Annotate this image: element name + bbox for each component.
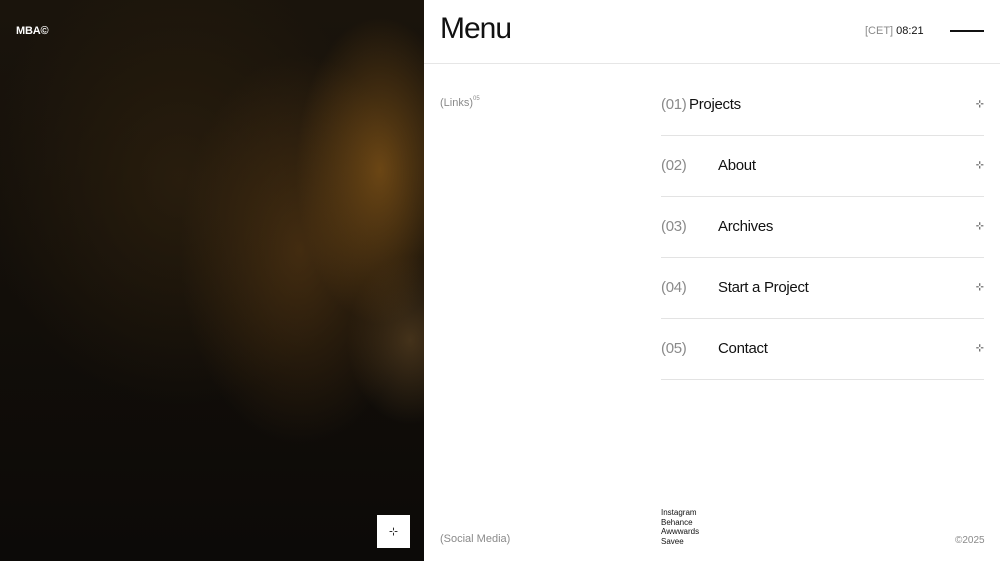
menu-item-number: (02) (661, 157, 687, 174)
header-divider (424, 63, 1000, 64)
crosshair-icon: ⊹ (975, 99, 984, 110)
social-link-awwwards[interactable]: Awwwards (661, 527, 699, 537)
crosshair-icon: ⊹ (975, 343, 984, 354)
menu-item-projects[interactable]: (01) Projects ⊹ (661, 75, 984, 136)
social-links: Instagram Behance Awwwards Savee (661, 508, 699, 546)
corner-action-button[interactable]: ⊹ (377, 515, 410, 548)
timezone-label: [CET] (865, 25, 894, 37)
time-value: 08:21 (896, 25, 924, 37)
social-media-label: (Social Media) (440, 533, 511, 545)
menu-item-archives[interactable]: (03) Archives ⊹ (661, 197, 984, 258)
menu-item-label: About (718, 157, 756, 174)
background-image-panel: MBA© ⊹ (0, 0, 424, 561)
clock: [CET] 08:21 (865, 25, 924, 37)
crosshair-icon: ⊹ (975, 282, 984, 293)
menu-item-start-project[interactable]: (04) Start a Project ⊹ (661, 258, 984, 319)
crosshair-icon: ⊹ (975, 221, 984, 232)
menu-list: (01) Projects ⊹ (02) About ⊹ (03) Archiv… (661, 75, 984, 380)
menu-item-label: Archives (718, 218, 774, 235)
copyright: ©2025 (955, 535, 985, 546)
social-link-behance[interactable]: Behance (661, 518, 699, 528)
menu-item-number: (03) (661, 218, 687, 235)
menu-item-label: Contact (718, 340, 768, 357)
menu-item-number: (04) (661, 279, 687, 296)
menu-item-label: Projects (689, 96, 741, 113)
crosshair-icon: ⊹ (975, 160, 984, 171)
social-link-savee[interactable]: Savee (661, 537, 699, 547)
page-title: Menu (440, 12, 512, 45)
menu-item-number: (01) (661, 96, 687, 113)
close-menu-icon[interactable] (950, 30, 984, 32)
links-label-text: (Links) (440, 97, 474, 109)
social-link-instagram[interactable]: Instagram (661, 508, 699, 518)
crosshair-icon: ⊹ (388, 526, 399, 538)
links-count: 05 (473, 96, 480, 102)
menu-item-about[interactable]: (02) About ⊹ (661, 136, 984, 197)
menu-item-contact[interactable]: (05) Contact ⊹ (661, 319, 984, 380)
menu-item-number: (05) (661, 340, 687, 357)
menu-item-label: Start a Project (718, 279, 809, 296)
menu-panel: Menu [CET] 08:21 (Links)05 (01) Projects … (424, 0, 1000, 561)
links-label: (Links)05 (440, 96, 480, 109)
brand-logo[interactable]: MBA© (16, 25, 49, 37)
